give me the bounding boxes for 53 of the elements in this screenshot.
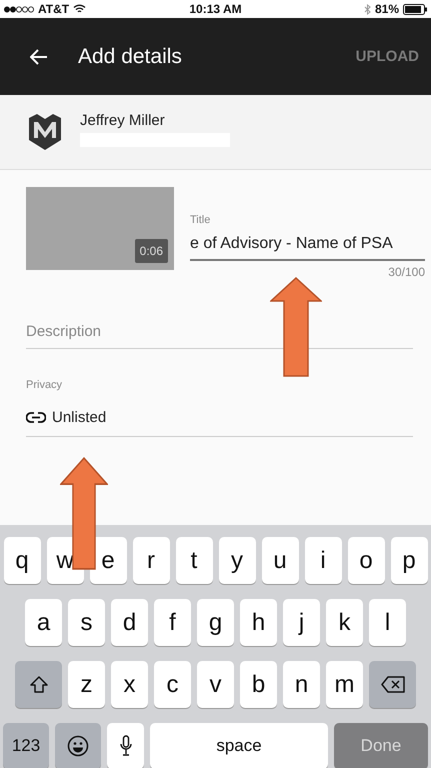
letter-key[interactable]: n bbox=[283, 661, 320, 708]
letter-key[interactable]: r bbox=[132, 537, 170, 584]
microphone-icon bbox=[120, 735, 132, 757]
screen-title: Add details bbox=[78, 44, 183, 68]
carrier-name: AT&T bbox=[38, 2, 70, 16]
letter-key[interactable]: i bbox=[304, 537, 342, 584]
letter-key[interactable]: j bbox=[283, 599, 320, 646]
letter-key[interactable]: d bbox=[111, 599, 148, 646]
letter-key[interactable]: x bbox=[111, 661, 148, 708]
bluetooth-icon bbox=[364, 4, 371, 14]
field-label: Title bbox=[190, 214, 212, 226]
letter-key[interactable]: t bbox=[176, 537, 212, 584]
upload-button[interactable]: UPLOAD bbox=[356, 48, 419, 65]
status-time: 10:13 AM bbox=[189, 2, 242, 16]
avatar-logo-icon bbox=[26, 112, 64, 152]
letter-key[interactable]: s bbox=[68, 599, 105, 646]
backspace-key[interactable] bbox=[369, 661, 416, 708]
letter-key[interactable]: g bbox=[197, 599, 234, 646]
letter-key[interactable]: b bbox=[240, 661, 277, 708]
battery-icon bbox=[403, 4, 427, 14]
letter-key[interactable]: y bbox=[218, 537, 256, 584]
letter-key[interactable]: k bbox=[326, 599, 363, 646]
numbers-key[interactable]: 123 bbox=[3, 723, 49, 768]
privacy-value[interactable]: Unlisted bbox=[52, 409, 106, 426]
account-name: Jeffrey Miller bbox=[80, 112, 166, 128]
letter-key[interactable]: m bbox=[326, 661, 363, 708]
backspace-icon bbox=[380, 676, 404, 693]
microphone-key[interactable] bbox=[107, 723, 144, 768]
letter-key[interactable]: u bbox=[262, 537, 298, 584]
back-arrow-icon[interactable] bbox=[30, 48, 48, 64]
character-counter: 30/100 bbox=[388, 265, 425, 279]
wifi-icon bbox=[73, 4, 86, 14]
letter-key[interactable]: p bbox=[390, 537, 428, 584]
emoji-key[interactable] bbox=[55, 723, 101, 768]
letter-key[interactable]: z bbox=[68, 661, 105, 708]
title-field[interactable]: e of Advisory - Name of PSA bbox=[190, 226, 425, 261]
letter-key[interactable]: a bbox=[25, 599, 62, 646]
link-icon bbox=[26, 412, 46, 423]
letter-key[interactable]: f bbox=[154, 599, 191, 646]
video-duration: 0:06 bbox=[134, 239, 168, 263]
signal-icon bbox=[4, 6, 34, 12]
letter-key[interactable]: q bbox=[4, 537, 40, 584]
field-label: Privacy bbox=[26, 379, 64, 391]
letter-key[interactable]: v bbox=[197, 661, 234, 708]
space-bar[interactable]: space bbox=[150, 723, 328, 768]
letter-key[interactable]: o bbox=[348, 537, 384, 584]
shift-icon bbox=[30, 676, 48, 693]
shift-key[interactable] bbox=[15, 661, 62, 708]
letter-key[interactable]: h bbox=[240, 599, 277, 646]
battery-percent: 81% bbox=[374, 2, 399, 16]
letter-key[interactable]: l bbox=[369, 599, 406, 646]
letter-key[interactable]: c bbox=[154, 661, 191, 708]
smiley-icon bbox=[67, 735, 89, 757]
